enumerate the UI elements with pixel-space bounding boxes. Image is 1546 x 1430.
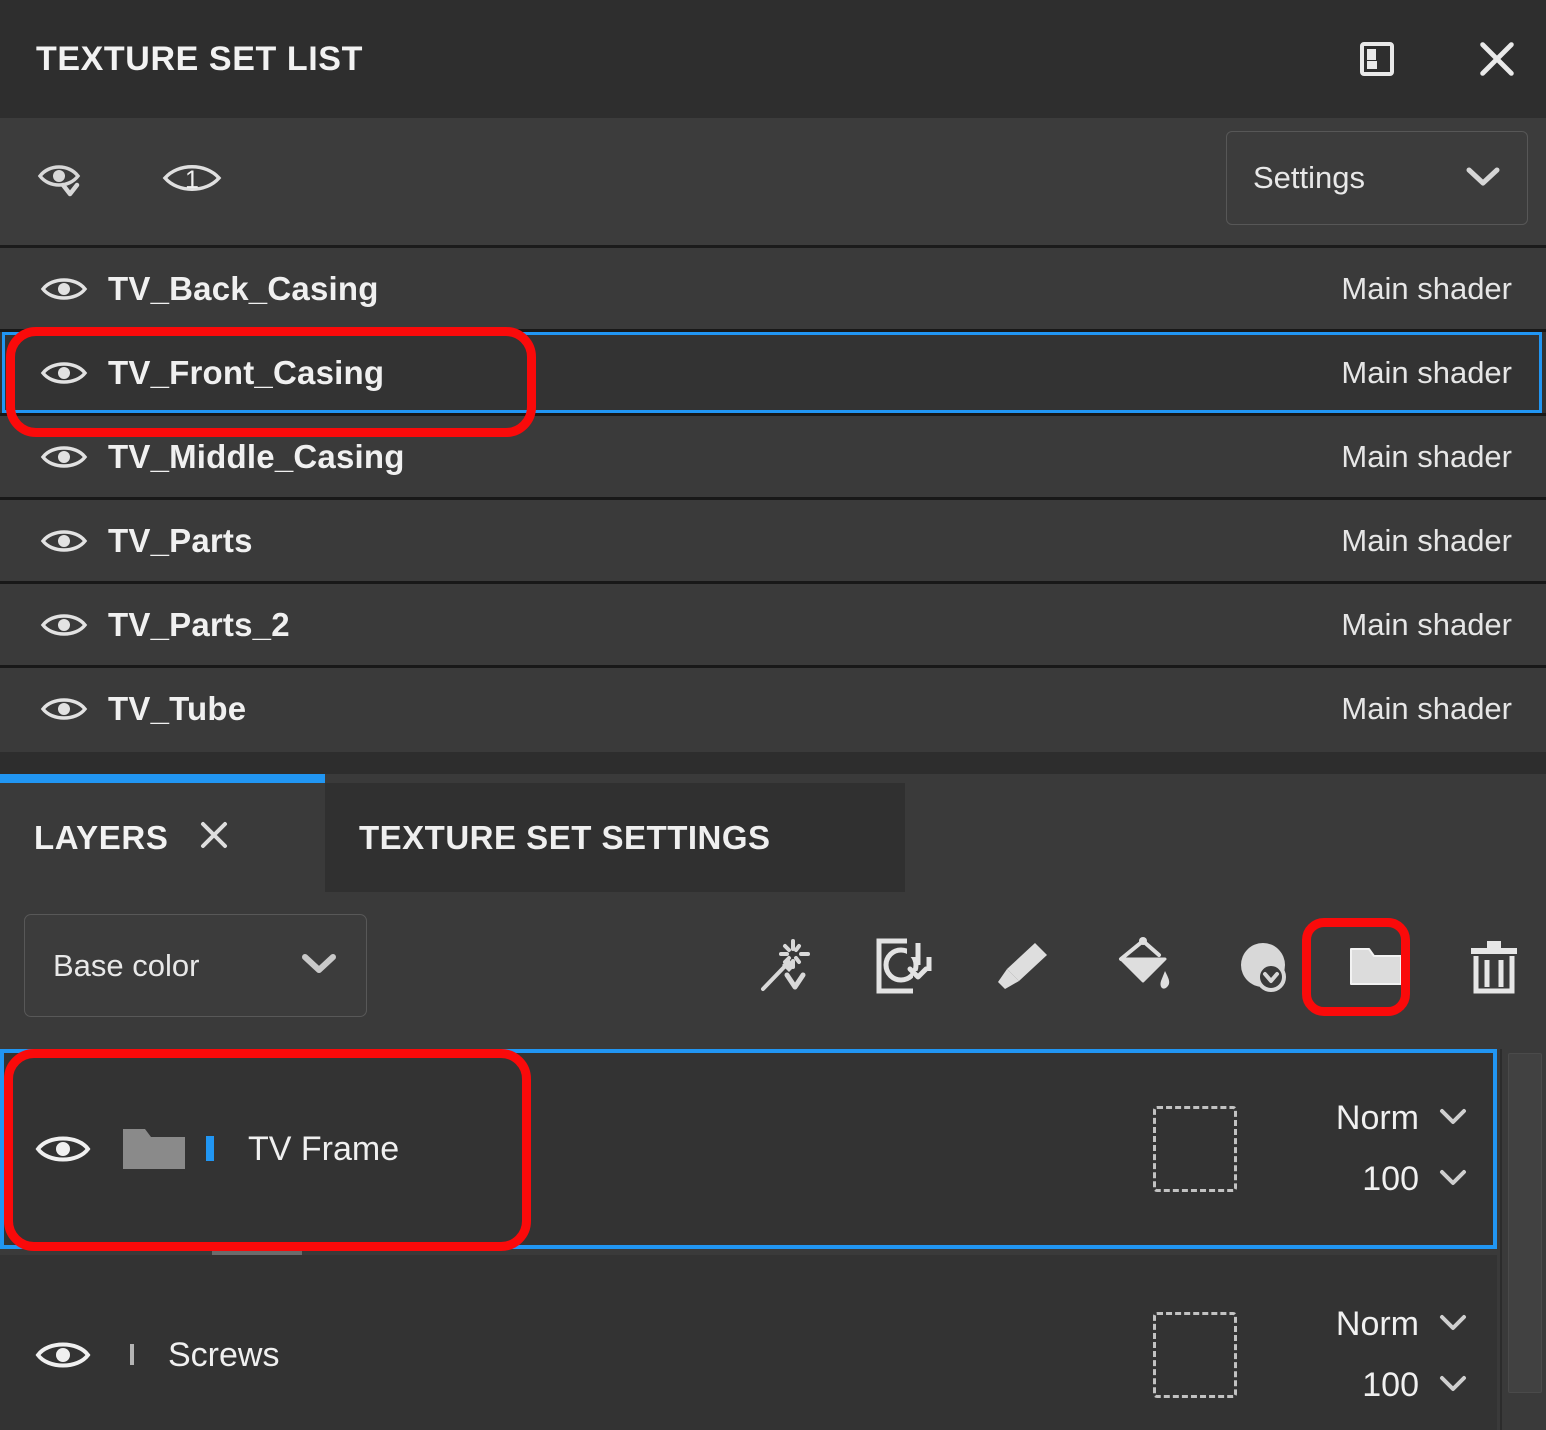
tab-layers[interactable]: LAYERS <box>0 774 325 892</box>
chevron-down-icon <box>298 950 340 981</box>
layer-visibility-eye-icon[interactable] <box>30 1336 96 1374</box>
panel-titlebar: TEXTURE SET LIST <box>0 0 1546 118</box>
texture-set-list-window: TEXTURE SET LIST 1 Settings TV_Back_Casi… <box>0 0 1546 1430</box>
eye-count-icon[interactable]: 1 <box>160 155 228 201</box>
texture-set-list: TV_Back_Casing Main shader TV_Front_Casi… <box>0 245 1546 749</box>
blend-controls: Norm 100 <box>1289 1305 1469 1405</box>
add-adjustment-layer-button[interactable] <box>1226 934 1290 998</box>
add-smart-mask-button[interactable] <box>872 934 936 998</box>
texture-set-name: TV_Tube <box>108 689 247 727</box>
visibility-eye-icon[interactable] <box>38 441 90 473</box>
add-paint-layer-button[interactable] <box>990 934 1054 998</box>
blend-mode-value: Norm <box>1335 1305 1419 1343</box>
layer-row[interactable]: TV Frame Norm 100 <box>0 1049 1497 1270</box>
channel-selector-label: Base color <box>53 947 200 983</box>
texture-set-row[interactable]: TV_Middle_Casing Main shader <box>0 413 1546 497</box>
texture-set-name: TV_Middle_Casing <box>108 437 405 475</box>
tab-texture-set-settings[interactable]: TEXTURE SET SETTINGS <box>325 783 905 892</box>
add-smart-material-button[interactable] <box>754 934 818 998</box>
layer-visibility-eye-icon[interactable] <box>30 1130 96 1168</box>
eye-dropdown-icon[interactable] <box>36 155 92 201</box>
texture-set-shader[interactable]: Main shader <box>1341 271 1512 307</box>
texture-set-row[interactable]: TV_Parts Main shader <box>0 497 1546 581</box>
layer-mask-slot[interactable] <box>1153 1312 1237 1398</box>
panel-splitter[interactable] <box>0 752 1546 774</box>
texture-set-shader[interactable]: Main shader <box>1341 607 1512 643</box>
settings-dropdown-label: Settings <box>1253 160 1366 195</box>
layer-thumbnail-wrapper <box>206 1136 302 1270</box>
visibility-eye-icon[interactable] <box>38 273 90 305</box>
texture-set-row[interactable]: TV_Parts_2 Main shader <box>0 581 1546 665</box>
layer-right-controls: Norm 100 <box>1153 1305 1469 1405</box>
layer-thumbnail-wrapper <box>130 1344 134 1365</box>
layer-name[interactable]: TV Frame <box>248 1130 1153 1169</box>
float-window-icon[interactable] <box>1354 36 1400 82</box>
chevron-down-icon <box>1437 1106 1469 1131</box>
chevron-down-icon <box>1437 1373 1469 1398</box>
svg-text:1: 1 <box>185 166 199 194</box>
tab-texture-set-settings-label: TEXTURE SET SETTINGS <box>359 818 771 856</box>
add-fill-layer-button[interactable] <box>1108 934 1172 998</box>
layer-row[interactable]: Screws Norm 100 <box>0 1255 1497 1430</box>
visibility-eye-icon[interactable] <box>38 525 90 557</box>
tab-close-icon[interactable] <box>194 815 234 860</box>
texture-set-name: TV_Parts_2 <box>108 605 290 643</box>
chevron-down-icon <box>1463 164 1503 193</box>
folder-icon <box>118 1121 190 1177</box>
delete-layer-button[interactable] <box>1462 934 1526 998</box>
visibility-eye-icon[interactable] <box>38 609 90 641</box>
texture-set-shader[interactable]: Main shader <box>1341 691 1512 727</box>
layer-thumbnail[interactable] <box>206 1136 214 1161</box>
texture-set-row[interactable]: TV_Back_Casing Main shader <box>0 245 1546 329</box>
layer-name[interactable]: Screws <box>168 1336 1153 1375</box>
blend-mode-dropdown[interactable]: Norm <box>1289 1099 1469 1138</box>
layer-list-scrollbar[interactable] <box>1500 1049 1546 1430</box>
blend-controls: Norm 100 <box>1289 1099 1469 1199</box>
titlebar-icon-group <box>1354 0 1520 118</box>
layers-panel-tabbar: LAYERS TEXTURE SET SETTINGS <box>0 774 1546 892</box>
tab-layers-label: LAYERS <box>34 818 169 856</box>
channel-selector-dropdown[interactable]: Base color <box>24 914 367 1017</box>
opacity-value: 100 <box>1362 1366 1419 1404</box>
opacity-value: 100 <box>1362 1160 1419 1198</box>
texture-set-shader[interactable]: Main shader <box>1341 523 1512 559</box>
opacity-dropdown[interactable]: 100 <box>1289 1366 1469 1405</box>
texture-set-shader[interactable]: Main shader <box>1341 355 1512 391</box>
scrollbar-thumb[interactable] <box>1508 1053 1542 1393</box>
layer-list: TV Frame Norm 100 Screws Norm 100 <box>0 1049 1546 1430</box>
blend-mode-dropdown[interactable]: Norm <box>1289 1305 1469 1344</box>
texture-set-name: TV_Front_Casing <box>108 353 385 391</box>
texture-set-shader[interactable]: Main shader <box>1341 439 1512 475</box>
texture-set-name: TV_Back_Casing <box>108 269 379 307</box>
page-title: TEXTURE SET LIST <box>36 39 363 78</box>
layer-action-icon-group <box>754 914 1526 1017</box>
chevron-down-icon <box>1437 1167 1469 1192</box>
add-folder-button[interactable] <box>1344 934 1408 998</box>
layer-thumbnail[interactable] <box>130 1344 134 1365</box>
chevron-down-icon <box>1437 1312 1469 1337</box>
settings-dropdown[interactable]: Settings <box>1226 131 1528 225</box>
layer-mask-slot[interactable] <box>1153 1106 1237 1192</box>
visibility-eye-icon[interactable] <box>38 693 90 725</box>
visibility-eye-icon[interactable] <box>38 357 90 389</box>
layer-right-controls: Norm 100 <box>1153 1099 1469 1199</box>
texture-set-name: TV_Parts <box>108 521 253 559</box>
close-icon[interactable] <box>1474 36 1520 82</box>
texture-set-row-selected[interactable]: TV_Front_Casing Main shader <box>0 329 1546 413</box>
blend-mode-value: Norm <box>1335 1099 1419 1137</box>
layers-toolbar: Base color <box>0 892 1546 1049</box>
texture-set-row[interactable]: TV_Tube Main shader <box>0 665 1546 749</box>
opacity-dropdown[interactable]: 100 <box>1289 1160 1469 1199</box>
